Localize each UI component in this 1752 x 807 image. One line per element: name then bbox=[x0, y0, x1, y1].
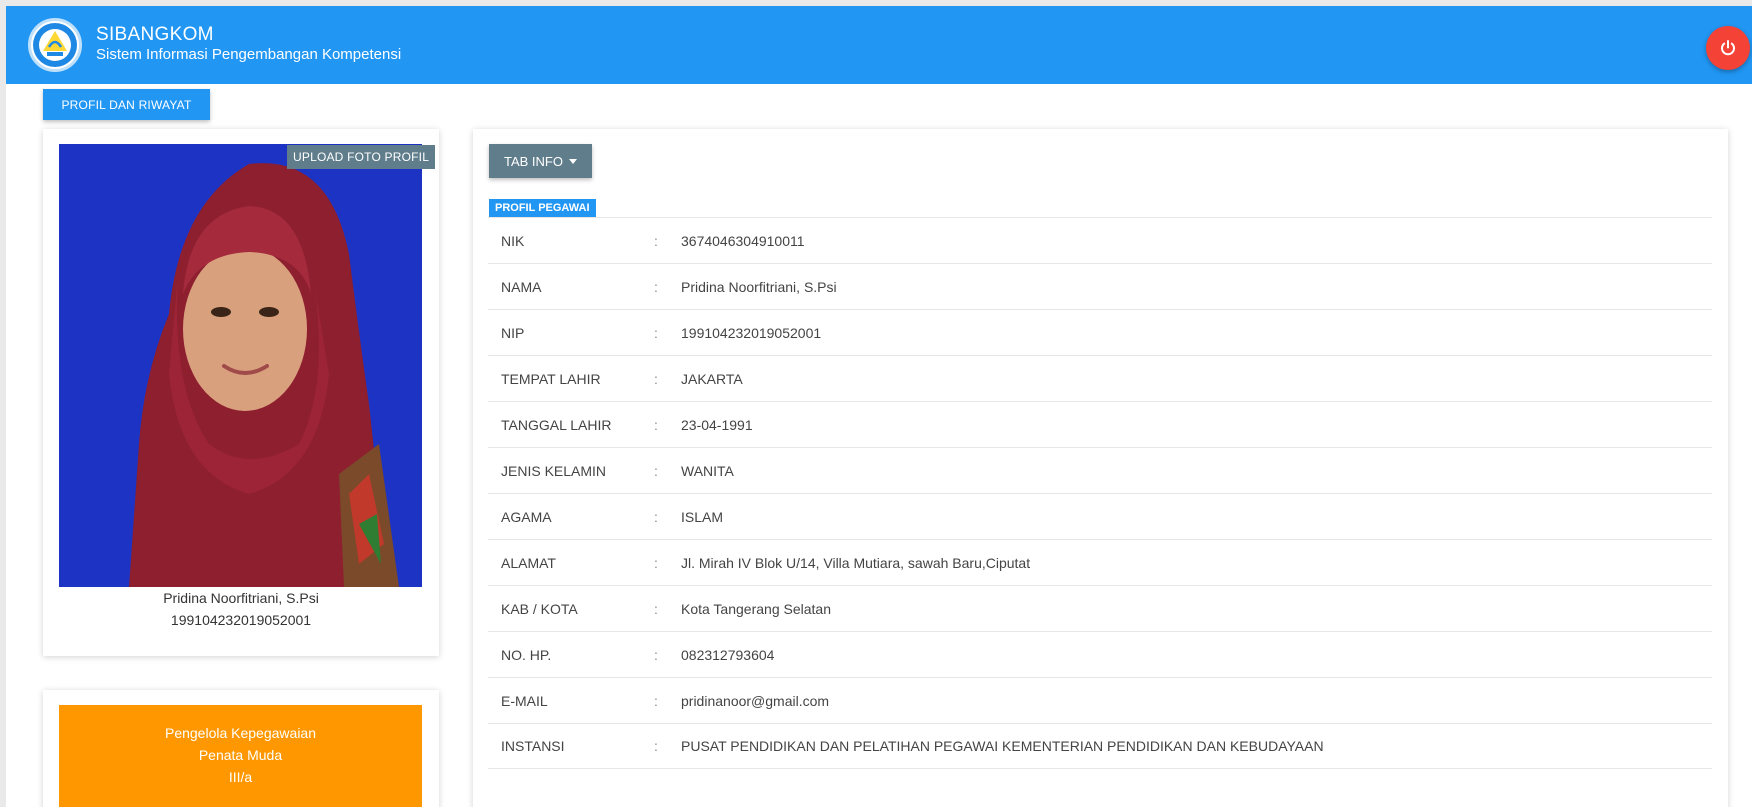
row-separator: : bbox=[654, 646, 658, 663]
row-value: 3674046304910011 bbox=[681, 232, 805, 249]
row-value: 23-04-1991 bbox=[681, 416, 753, 433]
profile-nip: 199104232019052001 bbox=[170, 612, 312, 628]
row-value: Jl. Mirah IV Blok U/14, Villa Mutiara, s… bbox=[681, 554, 1031, 571]
table-row: ALAMAT : Jl. Mirah IV Blok U/14, Villa M… bbox=[488, 539, 1712, 585]
table-row: E-MAIL : pridinanoor@gmail.com bbox=[488, 677, 1712, 723]
row-label: E-MAIL bbox=[501, 692, 548, 709]
profile-info-card: TAB INFO PROFIL PEGAWAI NIK : 3674046304… bbox=[473, 129, 1728, 807]
row-separator: : bbox=[654, 462, 658, 479]
row-value: JAKARTA bbox=[681, 370, 743, 387]
row-value: 082312793604 bbox=[681, 646, 775, 663]
table-row: TANGGAL LAHIR : 23-04-1991 bbox=[488, 401, 1712, 447]
app-title: SIBANGKOM bbox=[96, 24, 214, 45]
row-label: ALAMAT bbox=[501, 554, 556, 571]
row-separator: : bbox=[654, 370, 658, 387]
top-app-bar: SIBANGKOM Sistem Informasi Pengembangan … bbox=[6, 6, 1752, 84]
caret-down-icon bbox=[568, 158, 577, 164]
row-separator: : bbox=[654, 600, 658, 617]
table-row: JENIS KELAMIN : WANITA bbox=[488, 447, 1712, 493]
row-label: KAB / KOTA bbox=[501, 600, 578, 617]
row-value: ISLAM bbox=[681, 508, 724, 525]
row-separator: : bbox=[654, 278, 658, 295]
jabatan-badge: Pengelola Kepegawaian Penata Muda III/a bbox=[59, 705, 422, 807]
table-row: NIP : 199104232019052001 bbox=[488, 309, 1712, 355]
jabatan-position: Pengelola Kepegawaian bbox=[164, 725, 316, 741]
tab-info-label: TAB INFO bbox=[504, 153, 563, 169]
row-label: AGAMA bbox=[501, 508, 552, 525]
table-row: AGAMA : ISLAM bbox=[488, 493, 1712, 539]
row-value: WANITA bbox=[681, 462, 734, 479]
row-separator: : bbox=[654, 324, 658, 341]
row-label: TEMPAT LAHIR bbox=[501, 370, 601, 387]
profile-info-table: NIK : 3674046304910011 NAMA : Pridina No… bbox=[488, 217, 1712, 769]
profile-photo bbox=[59, 144, 422, 587]
app-subtitle: Sistem Informasi Pengembangan Kompetensi bbox=[96, 46, 402, 63]
tab-info-dropdown[interactable]: TAB INFO bbox=[489, 144, 592, 178]
profile-photo-card: UPLOAD FOTO PROFIL Pridina Noorfitriani,… bbox=[43, 129, 439, 656]
row-label: NIK bbox=[501, 232, 525, 249]
row-label: NO. HP. bbox=[501, 646, 552, 663]
jabatan-rank: Penata Muda bbox=[198, 747, 283, 763]
row-separator: : bbox=[654, 554, 658, 571]
table-row: NIK : 3674046304910011 bbox=[488, 217, 1712, 263]
row-separator: : bbox=[654, 416, 658, 433]
row-value: 199104232019052001 bbox=[681, 324, 822, 341]
row-label: NAMA bbox=[501, 278, 542, 295]
profile-name: Pridina Noorfitriani, S.Psi bbox=[163, 590, 319, 606]
row-label: NIP bbox=[501, 324, 525, 341]
table-row: TEMPAT LAHIR : JAKARTA bbox=[488, 355, 1712, 401]
row-separator: : bbox=[654, 692, 658, 709]
row-separator: : bbox=[654, 738, 658, 754]
row-label: JENIS KELAMIN bbox=[501, 462, 607, 479]
section-label-profil-pegawai: PROFIL PEGAWAI bbox=[489, 199, 596, 217]
upload-photo-button[interactable]: UPLOAD FOTO PROFIL bbox=[287, 145, 436, 169]
table-row: NO. HP. : 082312793604 bbox=[488, 631, 1712, 677]
window-frame-left bbox=[0, 0, 6, 807]
jabatan-card: Pengelola Kepegawaian Penata Muda III/a bbox=[43, 690, 439, 807]
row-value: pridinanoor@gmail.com bbox=[681, 692, 830, 709]
jabatan-grade: III/a bbox=[228, 769, 253, 785]
profil-dan-riwayat-button[interactable]: PROFIL DAN RIWAYAT bbox=[43, 89, 210, 120]
logout-button[interactable] bbox=[1706, 26, 1750, 70]
power-icon bbox=[1721, 40, 1735, 56]
table-row: INSTANSI : PUSAT PENDIDIKAN DAN PELATIHA… bbox=[488, 723, 1712, 769]
row-separator: : bbox=[654, 508, 658, 525]
row-value: PUSAT PENDIDIKAN DAN PELATIHAN PEGAWAI K… bbox=[681, 738, 1324, 754]
row-separator: : bbox=[654, 232, 658, 249]
row-label: INSTANSI bbox=[501, 738, 565, 754]
table-row: KAB / KOTA : Kota Tangerang Selatan bbox=[488, 585, 1712, 631]
row-value: Pridina Noorfitriani, S.Psi bbox=[681, 278, 837, 295]
row-label: TANGGAL LAHIR bbox=[501, 416, 612, 433]
table-row: NAMA : Pridina Noorfitriani, S.Psi bbox=[488, 263, 1712, 309]
row-value: Kota Tangerang Selatan bbox=[681, 600, 831, 617]
tut-wuri-handayani-logo bbox=[28, 18, 82, 72]
